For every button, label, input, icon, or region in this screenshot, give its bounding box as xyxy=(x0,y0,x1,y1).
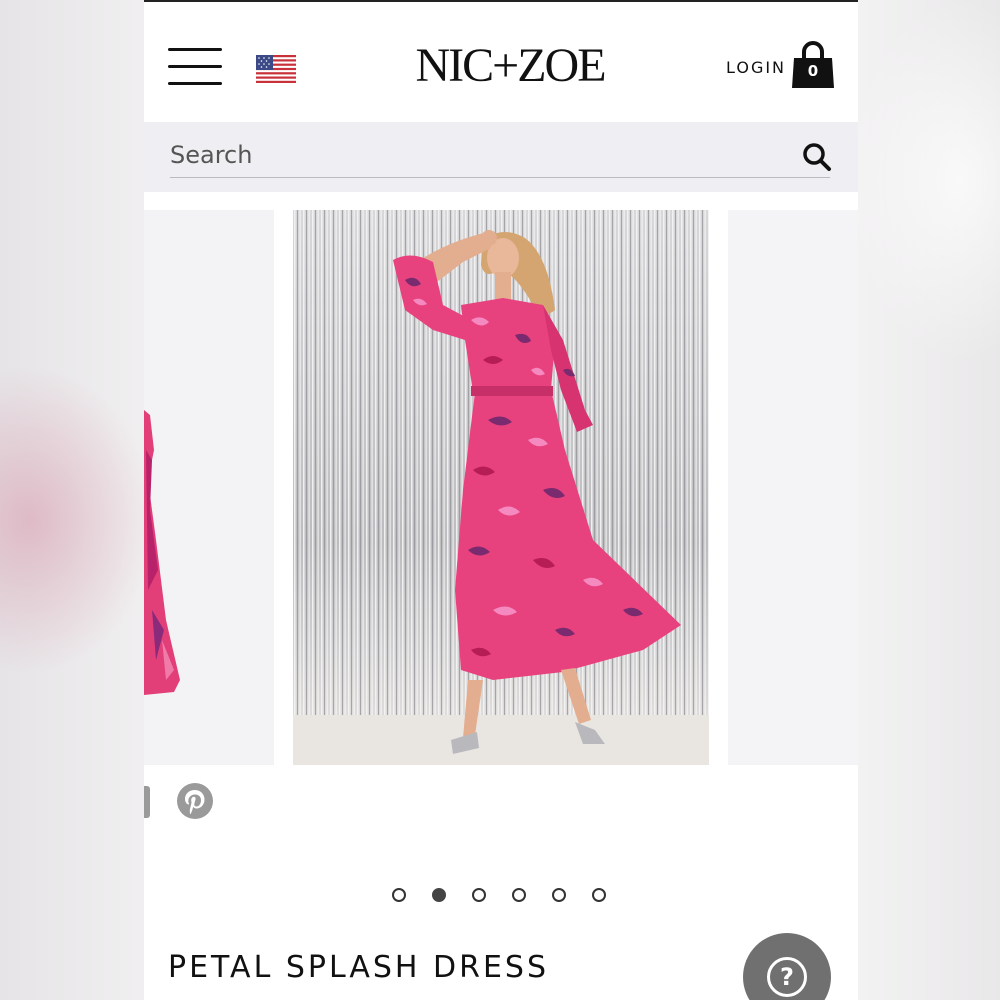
help-button[interactable]: ? xyxy=(743,933,831,1000)
carousel-slide-main[interactable] xyxy=(293,210,709,765)
share-icon[interactable] xyxy=(144,786,150,818)
search-icon[interactable] xyxy=(802,142,832,172)
dress-image-fragment xyxy=(144,410,180,695)
carousel-dot-1[interactable] xyxy=(392,888,406,902)
search-input[interactable] xyxy=(170,134,790,176)
question-mark-icon: ? xyxy=(767,957,807,997)
product-image-carousel[interactable] xyxy=(144,210,858,765)
carousel-dot-3[interactable] xyxy=(472,888,486,902)
carousel-dot-6[interactable] xyxy=(592,888,606,902)
pinterest-icon[interactable] xyxy=(177,783,213,819)
carousel-dot-5[interactable] xyxy=(552,888,566,902)
login-link[interactable]: LOGIN xyxy=(726,58,786,77)
cart-button[interactable]: 0 xyxy=(790,40,836,90)
search-bar xyxy=(144,122,858,192)
carousel-dot-2[interactable] xyxy=(432,888,446,902)
us-flag-icon[interactable] xyxy=(256,55,296,83)
product-title: PETAL SPLASH DRESS xyxy=(168,950,549,985)
hamburger-menu-icon[interactable] xyxy=(168,47,222,87)
carousel-slide-next[interactable] xyxy=(728,210,858,765)
search-underline xyxy=(170,177,830,178)
site-header: NIC+ZOE LOGIN 0 xyxy=(144,2,858,122)
carousel-dot-4[interactable] xyxy=(512,888,526,902)
carousel-slide-previous[interactable] xyxy=(144,210,274,765)
cart-count-badge: 0 xyxy=(807,62,819,80)
brand-logo[interactable]: NIC+ZOE xyxy=(400,38,620,94)
carousel-pagination xyxy=(392,888,612,906)
product-photo xyxy=(293,210,709,765)
mobile-page: NIC+ZOE LOGIN 0 Search PETAL SPLASH DRES… xyxy=(144,0,858,1000)
